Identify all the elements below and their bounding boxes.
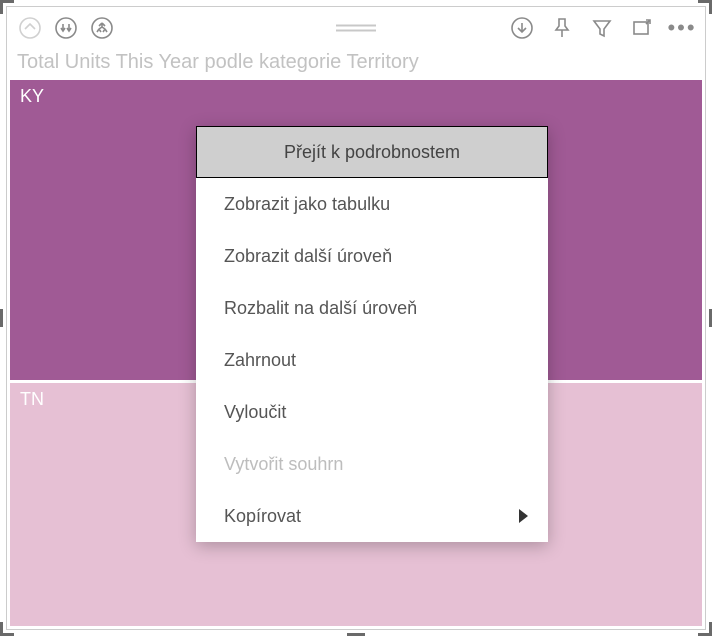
drag-handle[interactable] <box>336 25 376 32</box>
ellipsis-icon: ••• <box>667 17 696 39</box>
menu-item-label: Kopírovat <box>224 506 301 527</box>
menu-item-include[interactable]: Zahrnout <box>196 334 548 386</box>
menu-item-show-next-level[interactable]: Zobrazit další úroveň <box>196 230 548 282</box>
menu-item-summarize: Vytvořit souhrn <box>196 438 548 490</box>
menu-item-label: Přejít k podrobnostem <box>284 142 460 163</box>
expand-down-icon[interactable] <box>87 13 117 43</box>
focus-mode-icon[interactable] <box>627 13 657 43</box>
drill-mode-icon[interactable] <box>507 13 537 43</box>
tile-label: TN <box>20 389 44 409</box>
visual-toolbar: ••• <box>7 7 705 49</box>
menu-item-label: Zahrnout <box>224 350 296 371</box>
resize-handle-left[interactable] <box>0 309 3 327</box>
context-menu: Přejít k podrobnostem Zobrazit jako tabu… <box>196 126 548 542</box>
filter-icon[interactable] <box>587 13 617 43</box>
drill-down-icon[interactable] <box>51 13 81 43</box>
tile-label: KY <box>20 86 44 106</box>
menu-item-label: Vyloučit <box>224 402 286 423</box>
submenu-arrow-icon <box>519 509 528 523</box>
pin-icon[interactable] <box>547 13 577 43</box>
more-options-icon[interactable]: ••• <box>667 13 697 43</box>
menu-item-label: Rozbalit na další úroveň <box>224 298 417 319</box>
menu-item-label: Zobrazit jako tabulku <box>224 194 390 215</box>
menu-item-copy[interactable]: Kopírovat <box>196 490 548 542</box>
menu-item-exclude[interactable]: Vyloučit <box>196 386 548 438</box>
menu-item-drill-through[interactable]: Přejít k podrobnostem <box>196 126 548 178</box>
menu-item-expand-next-level[interactable]: Rozbalit na další úroveň <box>196 282 548 334</box>
chart-title: Total Units This Year podle kategorie Te… <box>7 49 705 80</box>
menu-item-show-as-table[interactable]: Zobrazit jako tabulku <box>196 178 548 230</box>
drill-up-icon[interactable] <box>15 13 45 43</box>
menu-item-label: Zobrazit další úroveň <box>224 246 392 267</box>
menu-item-label: Vytvořit souhrn <box>224 454 343 475</box>
